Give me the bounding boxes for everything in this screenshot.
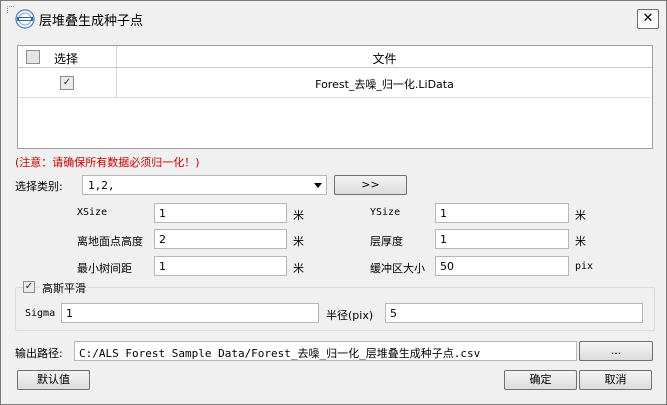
buffer-size-unit: pix [575,261,594,272]
category-label: 选择类别: [15,180,63,193]
ysize-unit: 米 [575,209,586,222]
category-select[interactable]: 1,2, [82,175,327,195]
gauss-label[interactable]: 高斯平滑 [40,280,88,296]
radius-label: 半径(pix) [326,309,374,322]
table-row[interactable]: ✓ Forest_去噪_归一化.LiData [18,68,652,98]
buffer-size-input[interactable]: 50 [435,256,569,276]
gauss-checkbox[interactable]: ✓ [23,281,35,293]
sigma-input[interactable]: 1 [61,303,319,323]
min-tree-distance-unit: 米 [293,262,304,275]
select-all-checkbox[interactable] [26,50,40,64]
output-path-input[interactable]: C:/ALS Forest Sample Data/Forest_去噪_归一化_… [74,341,577,361]
radius-input[interactable]: 5 [385,303,643,323]
layer-thickness-label: 层厚度 [370,235,403,248]
browse-button[interactable]: ... [579,341,653,361]
xsize-unit: 米 [293,209,304,222]
column-header-file[interactable]: 文件 [117,50,652,67]
ok-button[interactable]: 确定 [504,370,577,390]
row-checkbox[interactable]: ✓ [60,76,74,90]
file-table: 选择 文件 ✓ Forest_去噪_归一化.LiData [17,45,653,149]
column-header-select[interactable]: 选择 [54,50,78,67]
chevron-down-icon [314,183,322,188]
ground-height-input[interactable]: 2 [154,229,287,249]
category-select-value: 1,2, [88,179,115,192]
category-add-button[interactable]: >> [334,175,407,195]
app-logo-icon [15,9,35,29]
sigma-label: Sigma [25,308,56,319]
ground-height-label: 离地面点高度 [77,235,143,248]
buffer-size-label: 缓冲区大小 [370,262,425,275]
ysize-input[interactable]: 1 [435,203,569,223]
min-tree-distance-label: 最小树间距 [77,262,132,275]
xsize-input[interactable]: 1 [154,203,287,223]
table-header: 选择 文件 [18,46,652,68]
dialog: 层堆叠生成种子点 ✕ 选择 文件 ✓ Forest_去噪_归一化.LiData … [0,0,667,405]
ysize-label: YSize [370,207,401,218]
cancel-button[interactable]: 取消 [579,370,652,390]
close-button[interactable]: ✕ [637,9,659,29]
title-bar: 层堆叠生成种子点 ✕ [1,1,666,35]
normalization-notice: (注意：请确保所有数据必须归一化！) [15,156,200,169]
min-tree-distance-input[interactable]: 1 [154,256,287,276]
layer-thickness-unit: 米 [575,235,586,248]
window-title: 层堆叠生成种子点 [39,14,144,29]
default-values-button[interactable]: 默认值 [17,370,90,390]
xsize-label: XSize [77,207,108,218]
grip-icon [7,6,14,13]
output-path-label: 输出路径: [15,347,63,360]
layer-thickness-input[interactable]: 1 [435,229,569,249]
ground-height-unit: 米 [293,235,304,248]
row-file-name[interactable]: Forest_去噪_归一化.LiData [117,76,652,92]
